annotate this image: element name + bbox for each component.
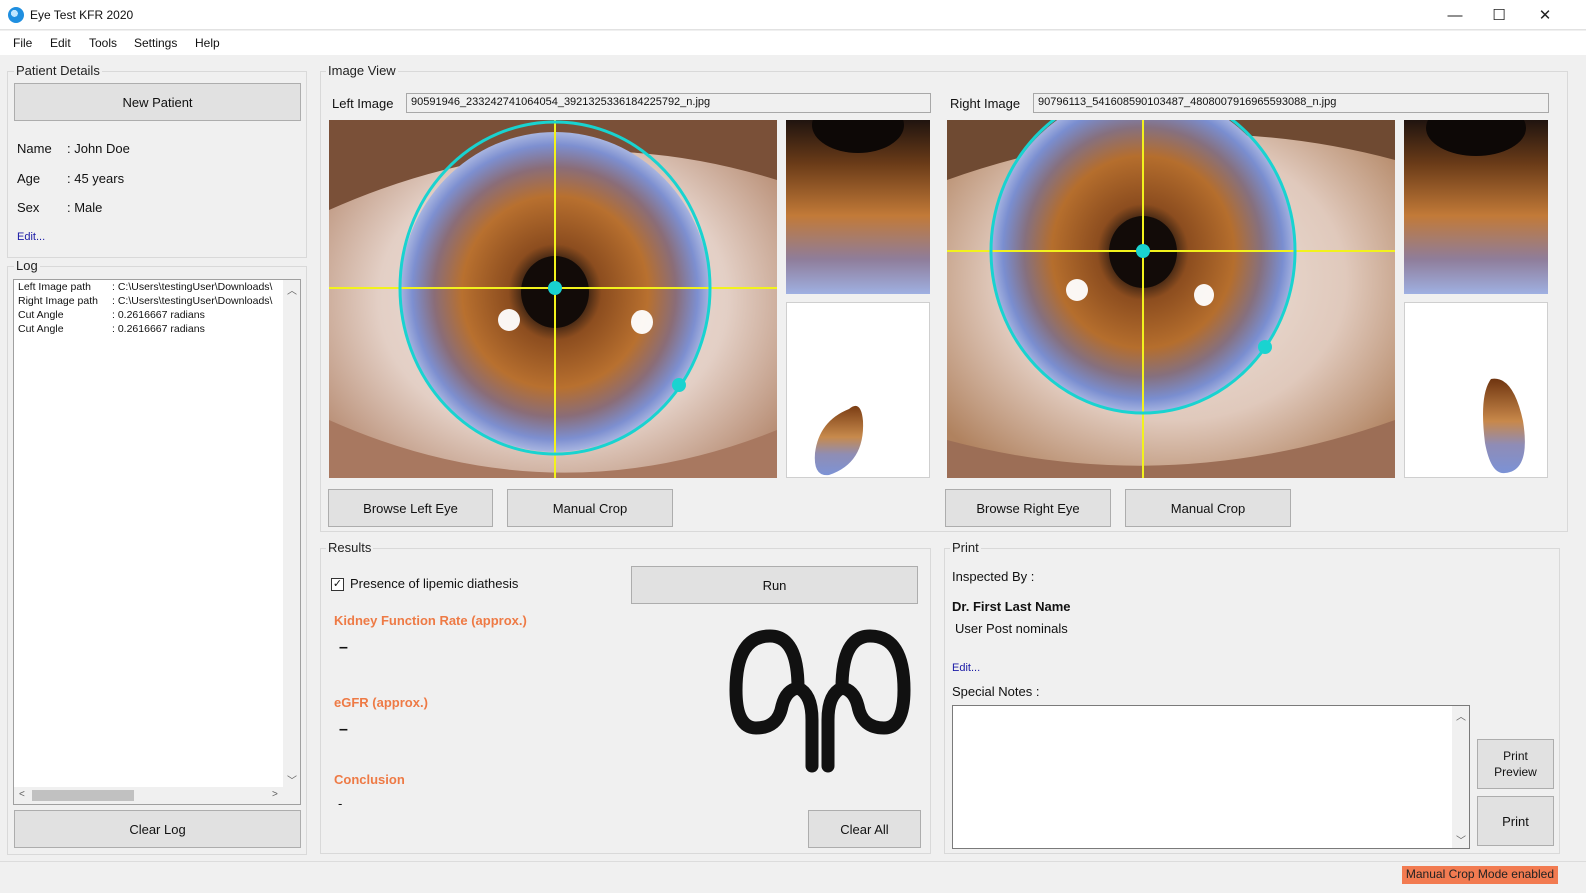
log-key: Left Image path [18,281,91,293]
browse-right-eye-button[interactable]: Browse Right Eye [945,489,1111,527]
right-image-label: Right Image [950,96,1021,111]
image-view-label: Image View [326,63,398,78]
scroll-up-icon[interactable]: ︿ [1456,708,1466,723]
log-key: Cut Angle [18,309,64,321]
scroll-right-icon[interactable]: > [272,789,278,800]
log-vertical-scrollbar[interactable]: ︿ ﹀ [283,280,300,789]
menu-help[interactable]: Help [195,36,220,50]
scroll-up-icon[interactable]: ︿ [287,282,297,297]
log-key: Right Image path [18,295,98,307]
kfr-value: – [339,639,348,656]
lipemic-checkbox[interactable]: ✓ [331,578,344,591]
left-image-label: Left Image [332,96,394,111]
manual-crop-right-button[interactable]: Manual Crop [1125,489,1291,527]
results-label: Results [326,540,374,555]
log-value: : C:\Users\testingUser\Downloads\ [112,295,273,307]
run-button[interactable]: Run [631,566,918,604]
right-iris-crop-preview [1404,120,1548,294]
manual-crop-status-badge: Manual Crop Mode enabled [1401,866,1558,884]
close-button[interactable]: ✕ [1522,0,1568,30]
log-horizontal-scrollbar[interactable]: < > [14,787,300,804]
special-notes-textarea[interactable]: ︿ ﹀ [952,705,1470,849]
scroll-left-icon[interactable]: < [19,789,25,800]
scroll-thumb[interactable] [32,790,134,801]
title-bar: Eye Test KFR 2020 — ☐ ✕ [0,0,1586,30]
log-key: Cut Angle [18,323,64,335]
doctor-name: Dr. First Last Name [952,599,1071,614]
menu-bar: File Edit Tools Settings Help [0,31,1586,55]
right-image-path-field[interactable]: 90796113_541608590103487_480800791696559… [1033,93,1549,113]
minimize-button[interactable]: — [1432,0,1478,30]
lipemic-label: Presence of lipemic diathesis [350,576,519,591]
kidney-icon [728,628,912,774]
clear-log-button[interactable]: Clear Log [14,810,301,848]
print-edit-link[interactable]: Edit... [952,662,980,674]
log-value: : 0.2616667 radians [112,309,205,321]
sex-value: : Male [67,200,103,215]
menu-edit[interactable]: Edit [50,36,71,50]
special-notes-label: Special Notes : [952,684,1040,699]
log-textbox[interactable]: Left Image path : C:\Users\testingUser\D… [13,279,301,805]
name-label: Name [17,141,52,156]
inspected-by-label: Inspected By : [952,569,1035,584]
patient-details-label: Patient Details [14,63,102,78]
name-value: : John Doe [67,141,130,156]
new-patient-button[interactable]: New Patient [14,83,301,121]
right-eye-image[interactable] [947,120,1395,478]
sex-label: Sex [17,200,40,215]
left-eye-image[interactable] [329,120,777,478]
print-preview-button[interactable]: Print Preview [1477,739,1554,789]
menu-settings[interactable]: Settings [134,36,177,50]
log-value: : C:\Users\testingUser\Downloads\ [112,281,273,293]
print-preview-label-2: Preview [1494,765,1537,779]
left-iris-crop-preview [786,120,930,294]
post-nominals: User Post nominals [955,621,1068,636]
left-segment-preview [786,302,930,478]
left-image-path-field[interactable]: 90591946_233242741064054_392132533618422… [406,93,931,113]
conclusion-label: Conclusion [334,772,405,787]
manual-crop-left-button[interactable]: Manual Crop [507,489,673,527]
patient-edit-link[interactable]: Edit... [17,231,45,243]
scroll-down-icon[interactable]: ﹀ [287,772,297,787]
log-label: Log [14,258,40,273]
kfr-label: Kidney Function Rate (approx.) [334,613,527,628]
print-label: Print [950,540,981,555]
maximize-button[interactable]: ☐ [1476,0,1522,30]
egfr-value: – [339,721,348,738]
conclusion-value: - [338,796,343,811]
window-title: Eye Test KFR 2020 [30,8,134,22]
age-value: : 45 years [67,171,125,186]
scroll-down-icon[interactable]: ﹀ [1456,832,1466,847]
egfr-label: eGFR (approx.) [334,695,428,710]
app-icon [8,7,24,23]
log-value: : 0.2616667 radians [112,323,205,335]
clear-all-button[interactable]: Clear All [808,810,921,848]
menu-file[interactable]: File [13,36,32,50]
right-segment-preview [1404,302,1548,478]
print-preview-label-1: Print [1503,749,1528,763]
age-label: Age [17,171,41,186]
status-bar: Manual Crop Mode enabled [0,861,1586,893]
notes-scrollbar[interactable]: ︿ ﹀ [1452,706,1469,848]
print-button[interactable]: Print [1477,796,1554,846]
browse-left-eye-button[interactable]: Browse Left Eye [328,489,493,527]
menu-tools[interactable]: Tools [89,36,117,50]
